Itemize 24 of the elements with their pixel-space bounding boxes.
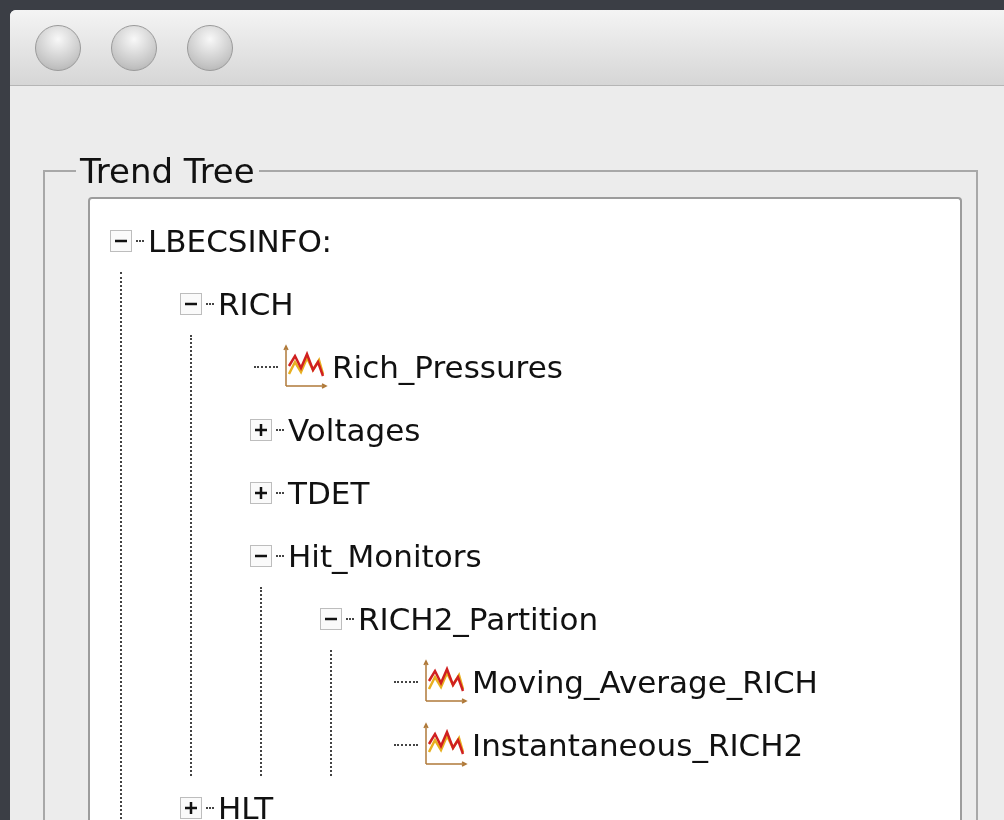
collapse-toggle[interactable] [320, 607, 342, 630]
expand-toggle[interactable] [180, 796, 202, 819]
line-chart-icon [422, 658, 468, 705]
expand-toggle[interactable] [250, 481, 272, 504]
line-chart-icon [422, 721, 468, 768]
tree-item[interactable]: Voltages [288, 411, 421, 448]
tree-item[interactable]: RICH2_Partition [358, 600, 599, 637]
tree-item[interactable]: Hit_Monitors [288, 537, 482, 574]
plus-icon [184, 800, 198, 815]
collapse-toggle[interactable] [180, 292, 202, 315]
tree-item[interactable]: HLT [218, 789, 274, 820]
tree-item[interactable]: Rich_Pressures [332, 348, 563, 385]
line-chart-icon [282, 343, 328, 390]
group-title: Trend Tree [79, 151, 256, 191]
tree-item[interactable]: TDET [288, 474, 370, 511]
tree-item[interactable]: LBECSINFO: [148, 222, 332, 259]
plus-icon [254, 485, 268, 500]
tree-item[interactable]: RICH [218, 285, 294, 322]
tree-item[interactable]: Moving_Average_RICH [472, 663, 818, 700]
tree-item[interactable]: Instantaneous_RICH2 [472, 726, 804, 763]
collapse-toggle[interactable] [250, 544, 272, 567]
plus-icon [254, 422, 268, 437]
collapse-toggle[interactable] [110, 229, 132, 252]
expand-toggle[interactable] [250, 418, 272, 441]
